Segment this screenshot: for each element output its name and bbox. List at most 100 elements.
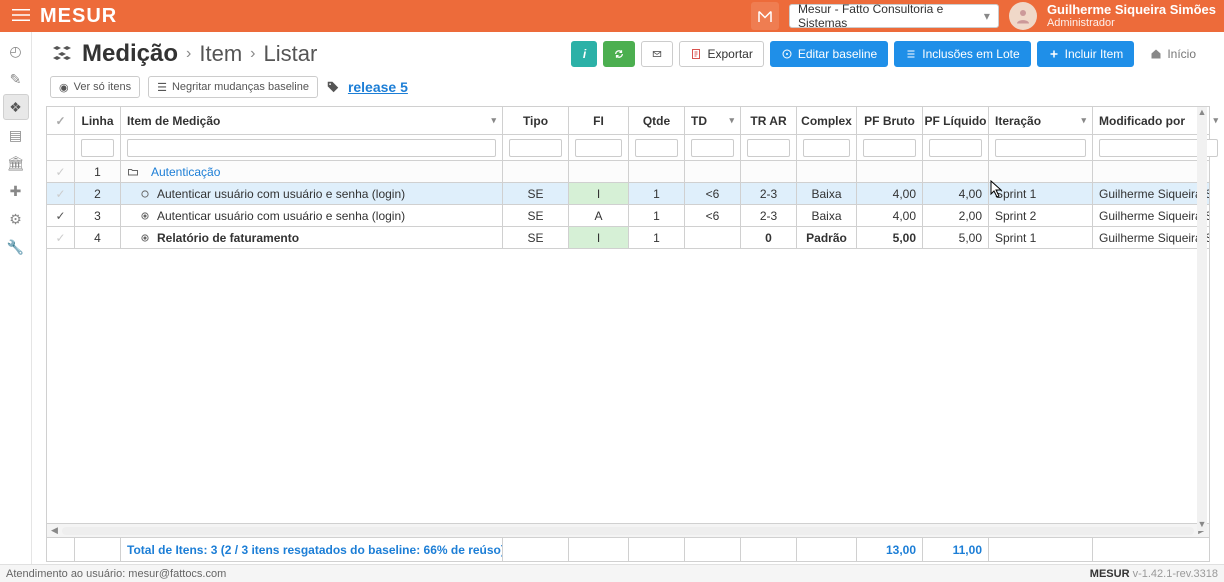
row-pfb: 5,00 (857, 227, 923, 248)
bold-baseline-toggle[interactable]: ☰ Negritar mudanças baseline (148, 76, 318, 98)
col-qtde[interactable]: Qtde (629, 107, 685, 134)
filter-item[interactable] (127, 139, 496, 157)
col-pf-liquido[interactable]: PF Líquido (923, 107, 989, 134)
refresh-button[interactable] (603, 41, 635, 67)
side-building-icon[interactable]: 🏛 (3, 150, 29, 176)
add-item-label: Incluir Item (1065, 47, 1124, 61)
export-icon (690, 48, 702, 60)
filter-fi[interactable] (575, 139, 622, 157)
footer-summary: Total de Itens: 3 (2 / 3 itens resgatado… (121, 538, 503, 561)
hamburger-menu-icon[interactable] (8, 2, 34, 31)
row-mod: Guilherme Siqueira Simões (1093, 183, 1209, 204)
chevron-down-icon: ▾ (491, 115, 496, 126)
side-gauge-icon[interactable]: ◴ (3, 38, 29, 64)
filter-linha[interactable] (81, 139, 114, 157)
export-button[interactable]: Exportar (679, 41, 763, 67)
side-chart-icon[interactable]: ▤ (3, 122, 29, 148)
bold-baseline-label: Negritar mudanças baseline (172, 81, 309, 93)
row-pfl: 4,00 (923, 183, 989, 204)
col-item[interactable]: Item de Medição▾ (121, 107, 503, 134)
side-wrench-icon[interactable]: 🔧 (3, 234, 29, 260)
user-info: Guilherme Siqueira Simões Administrador (1047, 3, 1216, 29)
filter-td[interactable] (691, 139, 734, 157)
row-mod: Guilherme Siqueira Simões (1093, 205, 1209, 226)
org-selector[interactable]: Mesur - Fatto Consultoria e Sistemas ▾ (789, 4, 999, 28)
row-tipo: SE (503, 227, 569, 248)
table-row[interactable]: ✓3Autenticar usuário com usuário e senha… (47, 205, 1209, 227)
row-complex: Baixa (797, 205, 857, 226)
side-puzzle-icon[interactable]: ✚ (3, 178, 29, 204)
row-check[interactable]: ✓ (47, 227, 75, 248)
col-checkbox[interactable]: ✓ (47, 107, 75, 134)
user-avatar[interactable] (1009, 2, 1037, 30)
row-mod: Guilherme Siqueira Simões (1093, 227, 1209, 248)
col-complex[interactable]: Complex (797, 107, 857, 134)
row-complex: Padrão (797, 227, 857, 248)
row-type-icon (139, 210, 151, 222)
edit-baseline-button[interactable]: Editar baseline (770, 41, 888, 67)
filter-pfl[interactable] (929, 139, 982, 157)
edit-baseline-label: Editar baseline (798, 47, 877, 61)
add-item-button[interactable]: Incluir Item (1037, 41, 1135, 67)
row-pfb: 4,00 (857, 205, 923, 226)
col-iteracao[interactable]: Iteração▾ (989, 107, 1093, 134)
eye-icon: ◉ (59, 81, 69, 94)
status-product: MESUR (1090, 568, 1130, 580)
status-version: v-1.42.1-rev.3318 (1130, 568, 1218, 580)
row-td (685, 227, 741, 248)
row-trar: 2-3 (741, 183, 797, 204)
row-linha: 1 (75, 161, 121, 182)
col-fi[interactable]: FI (569, 107, 629, 134)
filter-trar[interactable] (747, 139, 790, 157)
scroll-up-icon: ▲ (1198, 107, 1207, 119)
vertical-scrollbar[interactable]: ▲ ▼ (1197, 107, 1207, 531)
group-label: Autenticação (151, 165, 220, 179)
page-title-icon (50, 41, 74, 68)
row-trar: 0 (741, 227, 797, 248)
filter-pfb[interactable] (863, 139, 916, 157)
row-check[interactable]: ✓ (47, 205, 75, 226)
chevron-down-icon: ▾ (729, 115, 734, 126)
col-trar[interactable]: TR AR (741, 107, 797, 134)
horizontal-scrollbar[interactable]: ◀ ▶ (47, 523, 1209, 537)
list-icon (905, 48, 917, 60)
filter-tipo[interactable] (509, 139, 562, 157)
row-pfb: 4,00 (857, 183, 923, 204)
filter-qtde[interactable] (635, 139, 678, 157)
row-pfl: 5,00 (923, 227, 989, 248)
home-link[interactable]: Início (1140, 41, 1206, 67)
col-tipo[interactable]: Tipo (503, 107, 569, 134)
only-items-toggle[interactable]: ◉ Ver só itens (50, 76, 140, 98)
breadcrumb-sep-1: › (186, 45, 191, 63)
table-row[interactable]: ✓2Autenticar usuário com usuário e senha… (47, 183, 1209, 205)
side-pencil-icon[interactable]: ✎ (3, 66, 29, 92)
row-item: Autenticar usuário com usuário e senha (… (121, 183, 503, 204)
footer-pfb-total: 13,00 (857, 538, 923, 561)
side-cubes-icon[interactable]: ❖ (3, 94, 29, 120)
breadcrumb-sep-2: › (250, 45, 255, 63)
info-button[interactable]: i (571, 41, 597, 67)
side-gear-icon[interactable]: ⚙ (3, 206, 29, 232)
plus-icon (1048, 48, 1060, 60)
row-fi: I (569, 183, 629, 204)
filter-iter[interactable] (995, 139, 1086, 157)
mail-button[interactable] (641, 41, 673, 67)
row-check[interactable]: ✓ (47, 183, 75, 204)
col-pf-bruto[interactable]: PF Bruto (857, 107, 923, 134)
mail-icon (652, 48, 662, 60)
row-qtde: 1 (629, 227, 685, 248)
release-link[interactable]: release 5 (348, 79, 408, 95)
home-icon (1150, 48, 1162, 60)
filter-complex[interactable] (803, 139, 850, 157)
col-td[interactable]: TD▾ (685, 107, 741, 134)
row-fi: A (569, 205, 629, 226)
table-group-row[interactable]: ✓ 1 Autenticação (47, 161, 1209, 183)
home-link-label: Início (1167, 47, 1196, 61)
row-linha: 3 (75, 205, 121, 226)
table-row[interactable]: ✓4Relatório de faturamentoSEI10Padrão5,0… (47, 227, 1209, 249)
col-linha[interactable]: Linha (75, 107, 121, 134)
chevron-down-icon: ▾ (1213, 115, 1218, 126)
user-role: Administrador (1047, 17, 1216, 29)
batch-include-button[interactable]: Inclusões em Lote (894, 41, 1030, 67)
row-check[interactable]: ✓ (47, 161, 75, 182)
